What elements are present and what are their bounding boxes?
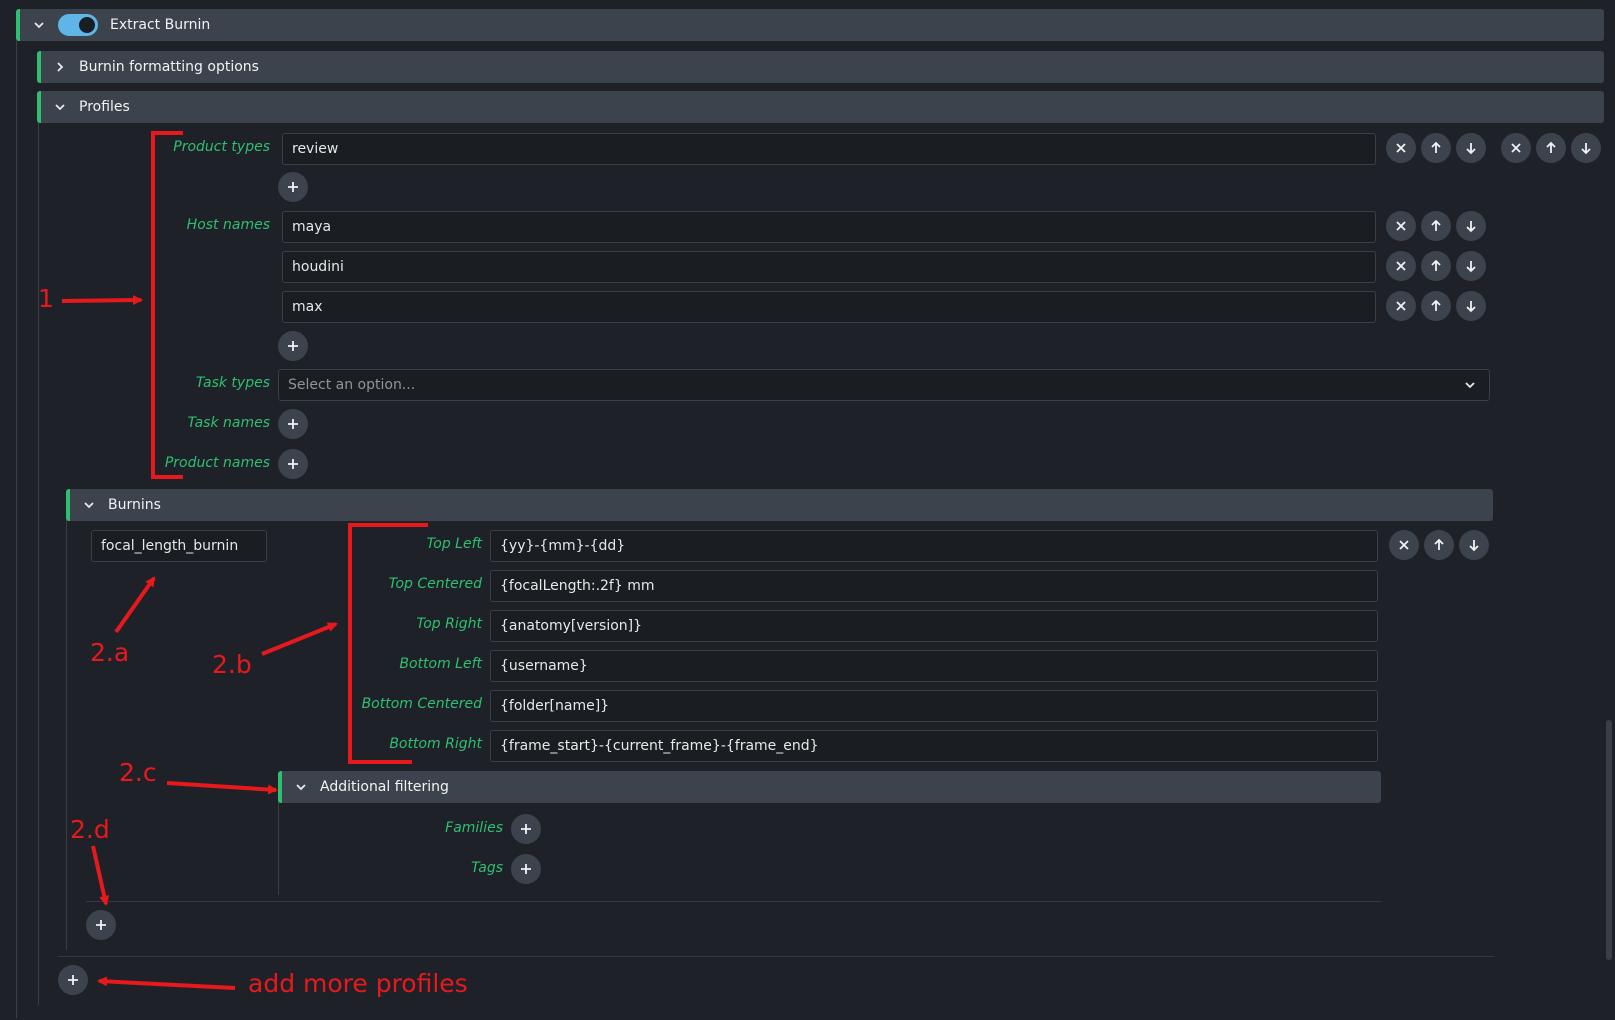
annotation-label: 2.c (119, 758, 157, 787)
annotation-arrow (97, 976, 236, 990)
annotation-arrow (61, 295, 143, 306)
annotation-bracket (151, 131, 183, 479)
annotation-label: 2.d (70, 815, 110, 844)
annotation-overlay (61, 131, 428, 990)
annotation-arrow (114, 576, 156, 634)
annotation-arrow (261, 622, 338, 656)
annotation-arrow (166, 781, 278, 795)
annotation-label: 1 (38, 284, 54, 313)
annotation-label: 2.b (212, 650, 252, 679)
annotation-label: 2.a (90, 638, 130, 667)
annotation-bracket (348, 523, 428, 764)
annotation-label: add more profiles (248, 969, 468, 998)
annotation-arrow (91, 845, 110, 906)
